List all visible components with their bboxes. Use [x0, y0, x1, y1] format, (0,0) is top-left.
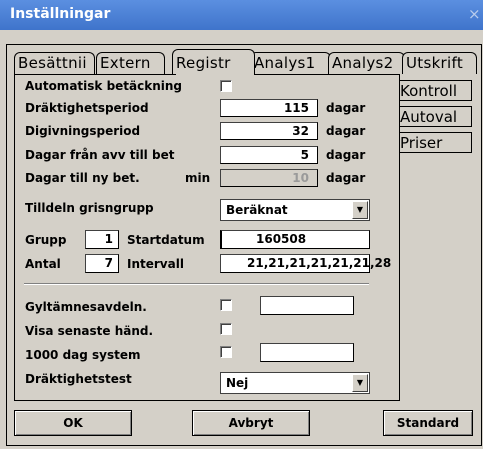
tab-registr[interactable]: Registr — [172, 49, 255, 74]
nursing-period-unit: dagar — [326, 124, 366, 138]
day-system-checkbox[interactable] — [220, 346, 232, 358]
active-tab-joint — [176, 72, 254, 75]
tab-analys1[interactable]: Analys1 — [250, 52, 331, 74]
chevron-down-icon[interactable]: ▼ — [352, 201, 368, 219]
window-title: Inställningar — [10, 6, 111, 22]
latest-event-checkbox[interactable] — [220, 323, 232, 335]
count-input[interactable]: 7 — [85, 254, 119, 273]
day-system-input[interactable] — [260, 343, 354, 362]
tab-extern[interactable]: Extern — [96, 52, 165, 74]
tab-analys2[interactable]: Analys2 — [328, 52, 405, 74]
group-alloc-value: Beräknat — [226, 203, 288, 217]
preg-test-label: Dräktighetstest — [25, 372, 132, 386]
yield-checkbox[interactable] — [220, 299, 232, 311]
pregnancy-period-label: Dräktighetsperiod — [25, 101, 149, 115]
wean-to-cover-unit: dagar — [326, 148, 366, 162]
days-to-recover-min-label: min — [185, 171, 211, 185]
cancel-button[interactable]: Avbryt — [192, 410, 310, 436]
count-label: Antal — [25, 257, 61, 271]
yield-label: Gyltämnesavdeln. — [25, 300, 147, 314]
preg-test-select[interactable]: Nej ▼ — [220, 372, 370, 394]
group-input[interactable]: 1 — [85, 230, 119, 249]
auto-cover-label: Automatisk betäckning — [25, 79, 183, 93]
auto-cover-checkbox[interactable] — [220, 80, 232, 92]
group-alloc-select[interactable]: Beräknat ▼ — [220, 199, 370, 221]
day-system-label: 1000 dag system — [25, 348, 141, 362]
group-label: Grupp — [25, 233, 67, 247]
days-to-recover-label: Dagar till ny bet. — [25, 171, 140, 185]
latest-event-label: Visa senaste händ. — [25, 324, 154, 338]
tab-utskrift[interactable]: Utskrift — [402, 52, 477, 74]
ok-button[interactable]: OK — [14, 410, 132, 436]
start-date-label: Startdatum — [127, 233, 205, 247]
separator-highlight — [24, 284, 369, 285]
interval-label: Intervall — [127, 257, 184, 271]
days-to-recover-unit: dagar — [326, 171, 366, 185]
start-date-input[interactable]: 160508 — [220, 230, 370, 249]
wean-to-cover-label: Dagar från avv till bet — [25, 148, 175, 162]
chevron-down-icon[interactable]: ▼ — [352, 374, 368, 392]
group-alloc-label: Tilldeln grisngrupp — [25, 201, 154, 215]
close-icon[interactable]: × — [468, 5, 481, 23]
wean-to-cover-input[interactable]: 5 — [220, 146, 318, 164]
days-to-recover-input: 10 — [220, 169, 318, 187]
tab-besattning[interactable]: Besättnii — [14, 52, 95, 74]
interval-input[interactable]: 21,21,21,21,21,21,28 — [220, 254, 391, 273]
yield-input[interactable] — [260, 296, 354, 315]
side-button-kontroll[interactable]: Kontroll — [398, 80, 472, 101]
pregnancy-period-unit: dagar — [326, 101, 366, 115]
preg-test-value: Nej — [226, 376, 249, 390]
nursing-period-label: Digivningsperiod — [25, 124, 141, 138]
side-button-autoval[interactable]: Autoval — [398, 106, 472, 127]
standard-button[interactable]: Standard — [383, 410, 473, 436]
nursing-period-input[interactable]: 32 — [220, 122, 318, 140]
pregnancy-period-input[interactable]: 115 — [220, 99, 318, 117]
side-button-priser[interactable]: Priser — [398, 132, 472, 153]
